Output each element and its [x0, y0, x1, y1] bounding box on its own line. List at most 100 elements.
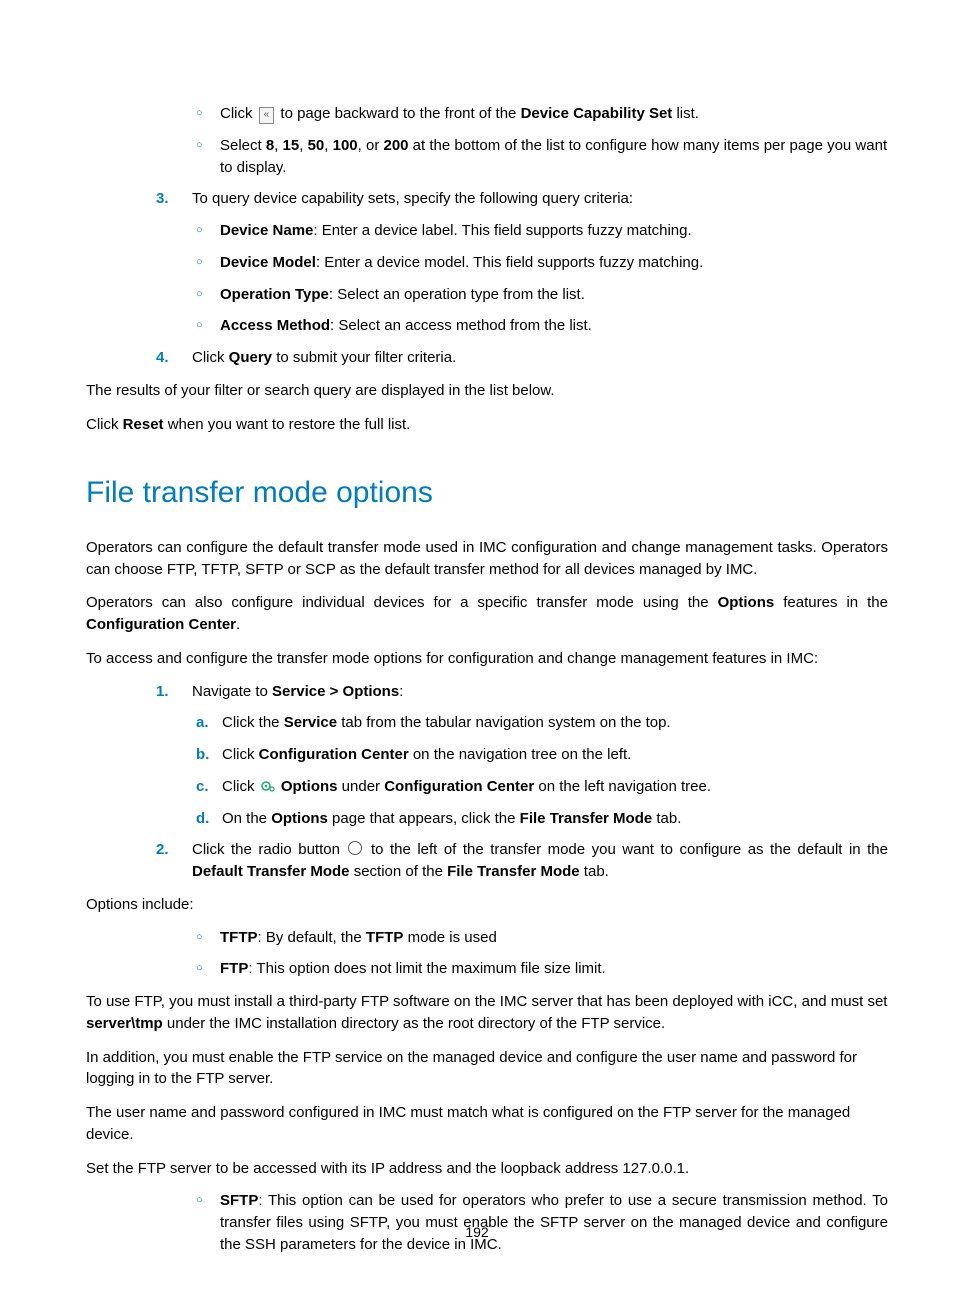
text: tab. [652, 810, 681, 827]
radio-icon [348, 841, 362, 855]
bullet-content: TFTP: By default, the TFTP mode is used [220, 927, 888, 949]
step-text: Click Query to submit your filter criter… [192, 347, 888, 369]
opt-tftp: ○ TFTP: By default, the TFTP mode is use… [196, 924, 888, 956]
page-number: 192 [0, 1222, 954, 1242]
step-3: 3. To query device capability sets, spec… [156, 185, 888, 217]
bold: Options [718, 594, 775, 611]
ftp-p3: In addition, you must enable the FTP ser… [86, 1043, 888, 1099]
ftp-p5: Set the FTP server to be accessed with i… [86, 1154, 888, 1188]
bold: server\tmp [86, 1015, 163, 1032]
text: under the IMC installation directory as … [163, 1015, 665, 1032]
text: : [399, 683, 403, 700]
step-number: 1. [156, 681, 192, 703]
ft-step-1: 1. Navigate to Service > Options: [156, 678, 888, 710]
step-number: 3. [156, 188, 192, 210]
text: Select [220, 137, 266, 154]
text: : Select an operation type from the list… [329, 286, 585, 303]
text: : Enter a device model. This field suppo… [316, 254, 703, 271]
intro-paragraph-1: Operators can configure the default tran… [86, 533, 888, 589]
bold: 200 [383, 137, 408, 154]
bullet-marker: ○ [196, 315, 220, 334]
bold: Reset [123, 416, 164, 433]
bullet-content: FTP: This option does not limit the maxi… [220, 958, 888, 980]
bullet-marker: ○ [196, 220, 220, 239]
ft-step-1d: d. On the Options page that appears, cli… [196, 805, 888, 837]
text: Operators can also configure individual … [86, 594, 718, 611]
alpha-marker: d. [196, 808, 222, 830]
page-back-icon: « [259, 107, 275, 124]
bold: Access Method [220, 317, 330, 334]
bold: TFTP [220, 929, 258, 946]
text: : Enter a device label. This field suppo… [313, 222, 691, 239]
step-text: To query device capability sets, specify… [192, 188, 888, 210]
text: , [274, 137, 282, 154]
text: tab. [580, 863, 609, 880]
text: Navigate to [192, 683, 272, 700]
bold: Default Transfer Mode [192, 863, 350, 880]
text: On the [222, 810, 271, 827]
bullet-marker: ○ [196, 1190, 220, 1209]
document-page: ○ Click « to page backward to the front … [0, 0, 954, 1303]
intro-paragraph-2: Operators can also configure individual … [86, 588, 888, 644]
step-text: Click the radio button to the left of th… [192, 839, 888, 883]
bold: 15 [283, 137, 300, 154]
bold: Device Name [220, 222, 313, 239]
step-4-line2: The results of your filter or search que… [86, 376, 888, 410]
step-number: 2. [156, 839, 192, 861]
text: Click the Service tab from the tabular n… [222, 712, 888, 734]
step-4-line3: Click Reset when you want to restore the… [86, 410, 888, 444]
sub-bullet: ○ Click « to page backward to the front … [196, 100, 888, 132]
ft-step-1c: c. Click Options under Configuration Cen… [196, 773, 888, 805]
bold: Device Model [220, 254, 316, 271]
text: , [299, 137, 307, 154]
bold: Device Capability Set [521, 105, 673, 122]
opt-ftp: ○ FTP: This option does not limit the ma… [196, 955, 888, 987]
text: on the navigation tree on the left. [409, 746, 632, 763]
bullet-marker: ○ [196, 252, 220, 271]
bold: TFTP [366, 929, 404, 946]
text: : Select an access method from the list. [330, 317, 592, 334]
bold: 100 [333, 137, 358, 154]
ftp-p2: To use FTP, you must install a third-par… [86, 987, 888, 1043]
text: tab from the tabular navigation system o… [337, 714, 671, 731]
alpha-marker: c. [196, 776, 222, 798]
bold: FTP [220, 960, 248, 977]
bullet-marker: ○ [196, 927, 220, 946]
text: Click [86, 416, 123, 433]
bold: Options [281, 778, 338, 795]
bold: SFTP [220, 1192, 258, 1209]
bullet-content: Device Model: Enter a device model. This… [220, 252, 888, 274]
text: when you want to restore the full list. [164, 416, 411, 433]
bold: File Transfer Mode [520, 810, 653, 827]
bold: Configuration Center [259, 746, 409, 763]
text: . [236, 616, 240, 633]
bullet-marker: ○ [196, 284, 220, 303]
text: On the Options page that appears, click … [222, 808, 888, 830]
bold: Service > Options [272, 683, 399, 700]
bullet-marker: ○ [196, 103, 220, 122]
section-heading: File transfer mode options [86, 471, 888, 515]
ftp-p4: The user name and password configured in… [86, 1098, 888, 1154]
sub-bullet: ○ Device Name: Enter a device label. Thi… [196, 217, 888, 249]
bold: Configuration Center [86, 616, 236, 633]
step-number: 4. [156, 347, 192, 369]
text: Click Options under Configuration Center… [222, 776, 888, 798]
step-4: 4. Click Query to submit your filter cri… [156, 344, 888, 376]
text: page that appears, click the [328, 810, 520, 827]
text: to the left of the transfer mode you wan… [364, 841, 888, 858]
bullet-content: Operation Type: Select an operation type… [220, 284, 888, 306]
bullet-marker: ○ [196, 958, 220, 977]
bold: Operation Type [220, 286, 329, 303]
options-include: Options include: [86, 890, 888, 924]
bullet-content: Click « to page backward to the front of… [220, 103, 888, 125]
alpha-marker: b. [196, 744, 222, 766]
bullet-content: Select 8, 15, 50, 100, or 200 at the bot… [220, 135, 888, 179]
sub-bullet: ○ Operation Type: Select an operation ty… [196, 281, 888, 313]
bullet-content: Access Method: Select an access method f… [220, 315, 888, 337]
text: Click the radio button [192, 841, 346, 858]
bold: Configuration Center [384, 778, 534, 795]
sub-bullet: ○ Device Model: Enter a device model. Th… [196, 249, 888, 281]
ft-step-1a: a. Click the Service tab from the tabula… [196, 709, 888, 741]
text: , [324, 137, 332, 154]
gear-icon [261, 780, 275, 792]
